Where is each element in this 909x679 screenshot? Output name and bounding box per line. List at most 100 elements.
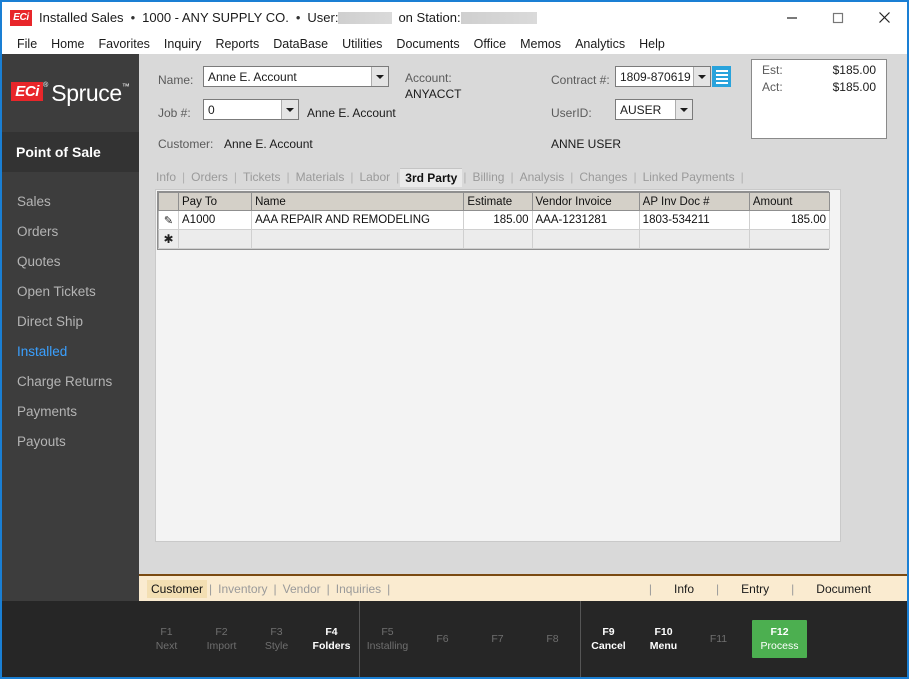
new-row-asterisk-icon[interactable]: ✱ [157,229,180,249]
maximize-button[interactable] [815,2,861,33]
grid-column-header-estimate[interactable]: Estimate [463,192,533,211]
new-row-cell[interactable] [251,229,465,249]
new-row-cell[interactable] [531,229,640,249]
bottom-link-document[interactable]: Document [794,582,893,596]
grid-column-header-amount[interactable]: Amount [748,192,831,211]
sidebar-item-quotes[interactable]: Quotes [2,246,139,276]
customer-label: Customer: [158,137,214,151]
function-key-f12-process-button[interactable]: F12 Process [752,620,807,658]
bottom-tab-inquiries[interactable]: Inquiries [332,580,385,598]
sidebar-item-payouts[interactable]: Payouts [2,426,139,456]
sidebar-item-charge-returns[interactable]: Charge Returns [2,366,139,396]
menu-item-documents[interactable]: Documents [389,37,466,51]
tab-orders[interactable]: Orders [186,168,233,186]
tab-3rd-party[interactable]: 3rd Party [400,167,463,187]
bottom-tab-vendor[interactable]: Vendor [279,580,325,598]
cell-amount[interactable]: 185.00 [748,210,831,230]
tab-tickets[interactable]: Tickets [238,168,286,186]
sidebar-item-open-tickets[interactable]: Open Tickets [2,276,139,306]
cell-ap-inv-doc[interactable]: 1803-534211 [638,210,750,230]
bottom-link-entry[interactable]: Entry [719,582,791,596]
function-key-label: F7 [491,632,504,645]
function-key-f11: F11 [691,632,746,647]
grid-column-header-vendor-invoice[interactable]: Vendor Invoice [531,192,640,211]
userid-combo[interactable]: AUSER [615,99,693,120]
tab-labor[interactable]: Labor [354,168,395,186]
third-party-grid[interactable]: Pay To Name Estimate Vendor Invoice AP Inv D… [157,191,831,250]
tab-changes[interactable]: Changes [574,168,632,186]
chevron-down-icon[interactable] [675,100,692,119]
sidebar-item-orders[interactable]: Orders [2,216,139,246]
cell-estimate[interactable]: 185.00 [463,210,533,230]
function-key-action: Next [155,640,178,652]
estimate-total-row: Est: $185.00 [752,60,886,77]
function-key-label: F6 [436,632,449,645]
window-title-station-label: on Station: [398,10,461,25]
contract-value: 1809-870619 [620,69,691,84]
grid-column-header-name[interactable]: Name [251,192,465,211]
close-button[interactable] [861,2,907,33]
grid-column-header-ap-inv-doc[interactable]: AP Inv Doc # [638,192,750,211]
tab-billing[interactable]: Billing [467,168,509,186]
table-row[interactable]: ✎ A1000 AAA REPAIR AND REMODELING 185.00 AAA… [157,210,831,230]
application-window: ECi Installed Sales • 1000 - ANY SUPPLY … [0,0,909,679]
brand-registered-icon: ® [43,81,49,89]
title-bullet-2: • [295,10,301,25]
name-combo[interactable]: Anne E. Account [203,66,389,87]
menu-item-home[interactable]: Home [44,37,91,51]
job-value: 0 [208,102,215,117]
grid-new-row[interactable]: ✱ [157,229,831,249]
contract-list-icon[interactable] [712,66,731,87]
function-key-label: F12 [770,626,789,638]
menu-item-database[interactable]: DataBase [266,37,335,51]
menu-item-reports[interactable]: Reports [208,37,266,51]
chevron-down-icon[interactable] [281,100,298,119]
new-row-cell[interactable] [748,229,831,249]
tab-linked-payments[interactable]: Linked Payments [638,168,740,186]
menu-item-inquiry[interactable]: Inquiry [157,37,209,51]
brand-trademark-icon: ™ [121,81,130,91]
menu-item-help[interactable]: Help [632,37,672,51]
tab-analysis[interactable]: Analysis [515,168,570,186]
brand-logo: ECi ® Spruce ™ [2,54,139,132]
new-row-cell[interactable] [463,229,533,249]
menu-item-analytics[interactable]: Analytics [568,37,632,51]
function-key-f4[interactable]: F4 Folders [304,625,359,653]
minimize-button[interactable] [769,2,815,33]
bottom-link-info[interactable]: Info [652,582,716,596]
menu-item-office[interactable]: Office [467,37,513,51]
menu-item-utilities[interactable]: Utilities [335,37,389,51]
cell-name[interactable]: AAA REPAIR AND REMODELING [251,210,465,230]
tab-strip: Info | Orders | Tickets | Materials | Labor | 3rd … [151,167,745,187]
menu-item-file[interactable]: File [10,37,44,51]
cell-vendor-invoice[interactable]: AAA-1231281 [531,210,640,230]
brand-eci-mark: ECi [11,81,44,101]
function-key-label: F4 [325,626,338,638]
sidebar-item-direct-ship[interactable]: Direct Ship [2,306,139,336]
function-key-f10[interactable]: F10 Menu [636,625,691,653]
cell-pay-to[interactable]: A1000 [178,210,253,230]
tab-materials[interactable]: Materials [291,168,350,186]
job-combo[interactable]: 0 [203,99,299,120]
window-title-user-label: User: [307,10,339,25]
contract-combo[interactable]: 1809-870619 [615,66,711,87]
function-key-action: Process [760,640,799,652]
new-row-cell[interactable] [178,229,253,249]
menu-item-memos[interactable]: Memos [513,37,568,51]
sidebar-item-payments[interactable]: Payments [2,396,139,426]
function-key-f9[interactable]: F9 Cancel [581,625,636,653]
menu-item-favorites[interactable]: Favorites [92,37,157,51]
sidebar-item-sales[interactable]: Sales [2,186,139,216]
tab-info[interactable]: Info [151,168,181,186]
job-customer-name: Anne E. Account [307,106,396,120]
bottom-tab-customer[interactable]: Customer [147,579,208,598]
name-value: Anne E. Account [208,69,297,84]
sidebar-item-installed[interactable]: Installed [2,336,139,366]
bottom-tab-divider: | [326,581,330,596]
chevron-down-icon[interactable] [371,67,388,86]
new-row-cell[interactable] [638,229,750,249]
row-edit-pencil-icon[interactable]: ✎ [157,210,180,230]
bottom-tab-inventory[interactable]: Inventory [214,580,271,598]
grid-column-header-pay-to[interactable]: Pay To [178,192,253,211]
chevron-down-icon[interactable] [693,67,710,86]
